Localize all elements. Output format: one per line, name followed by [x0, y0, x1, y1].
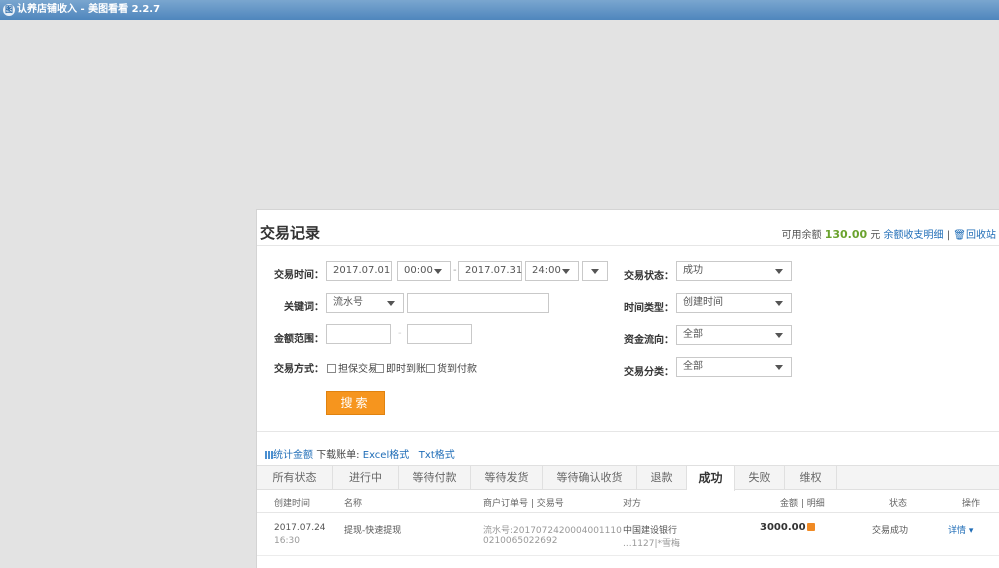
checkbox-box [375, 364, 384, 373]
category-label: 交易分类： [624, 367, 674, 378]
status-label: 交易状态： [624, 271, 674, 282]
category-select[interactable]: 全部 [676, 357, 792, 377]
balance-prefix: 可用余额 [781, 230, 822, 241]
checkbox-instant-label: 即时到账 [386, 364, 426, 375]
fund-flow-select[interactable]: 全部 [676, 325, 792, 345]
category-value: 全部 [683, 361, 703, 372]
tab-dispute[interactable]: 维权 [785, 466, 837, 490]
checkbox-cod[interactable]: 货到付款 [426, 360, 477, 375]
stat-amount-link[interactable]: 统计金额 [273, 450, 313, 461]
tab-await-confirm[interactable]: 等待确认收货 [543, 466, 637, 490]
window-titlebar: 图 认养店铺收入 - 美图看看 2.2.7 [0, 0, 999, 20]
balance-amount: 130.00 [824, 228, 868, 241]
tab-await-payment[interactable]: 等待付款 [399, 466, 471, 490]
stats-line: 统计金额 下载账单: Excel格式 Txt格式 [265, 446, 455, 461]
time-range-separator: - [453, 265, 457, 276]
tab-await-shipping[interactable]: 等待发货 [471, 466, 543, 490]
row-name: 提现-快速提现 [344, 526, 402, 536]
transaction-panel: 交易记录 可用余额 130.00 元 余额收支明细 | 🗑回收站 交易时间： 2… [256, 209, 999, 568]
time-label: 交易时间： [274, 270, 324, 281]
time-type-label: 时间类型： [624, 303, 674, 314]
balance-divider: | [946, 230, 951, 241]
checkbox-instant[interactable]: 即时到账 [375, 360, 426, 375]
excel-download-link[interactable]: Excel格式 [363, 450, 410, 461]
status-tabs: 所有状态 进行中 等待付款 等待发货 等待确认收货 退款 成功 失败 维权 [257, 465, 999, 491]
row-detail-link[interactable]: 详情 ▾ [948, 523, 973, 536]
keyword-type-select[interactable]: 流水号 [326, 293, 404, 313]
row-date: 2017.07.24 [274, 523, 326, 533]
page-title: 交易记录 [260, 224, 321, 242]
trade-mode-label: 交易方式： [274, 364, 324, 375]
checkbox-guarantee[interactable]: 担保交易 [327, 360, 378, 375]
balance-detail-link[interactable]: 余额收支明细 [884, 230, 944, 241]
form-divider [257, 431, 999, 432]
tab-all[interactable]: 所有状态 [257, 466, 333, 490]
keyword-type-value: 流水号 [333, 297, 363, 308]
col-amount: 金额 | 明细 [780, 499, 825, 509]
fund-flow-label: 资金流向： [624, 335, 674, 346]
time-type-value: 创建时间 [683, 297, 723, 308]
amount-from-input[interactable] [326, 324, 391, 344]
checkbox-box [327, 364, 336, 373]
end-time-select[interactable]: 24:00 [525, 261, 579, 281]
col-name: 名称 [344, 499, 363, 509]
download-label: 下载账单: [316, 450, 360, 461]
row-counterparty-account: ...1127|*雪梅 [623, 539, 681, 549]
balance-bar: 可用余额 130.00 元 余额收支明细 | 🗑回收站 [782, 226, 996, 241]
search-button[interactable]: 搜索 [326, 391, 385, 415]
row-serial-line1: 流水号:2017072420004001110 [483, 526, 622, 536]
tab-refund[interactable]: 退款 [637, 466, 687, 490]
row-time: 16:30 [274, 536, 300, 546]
end-time-value: 24:00 [532, 265, 561, 276]
time-type-select[interactable]: 创建时间 [676, 293, 792, 313]
table-header: 创建时间 名称 商户订单号 | 交易号 对方 金额 | 明细 状态 操作 [257, 490, 999, 513]
trash-icon: 🗑 [953, 230, 966, 241]
tab-success[interactable]: 成功 [687, 466, 735, 491]
txt-download-link[interactable]: Txt格式 [419, 450, 455, 461]
end-date-input[interactable]: 2017.07.31 [458, 261, 522, 281]
status-select[interactable]: 成功 [676, 261, 792, 281]
amount-range-separator: - [398, 328, 402, 339]
checkbox-guarantee-label: 担保交易 [338, 364, 378, 375]
start-time-value: 00:00 [404, 265, 433, 276]
recycle-bin-link[interactable]: 回收站 [966, 230, 996, 241]
window-title: 认养店铺收入 - 美图看看 2.2.7 [17, 4, 161, 15]
amount-range-label: 金额范围： [274, 334, 324, 345]
row-amount: 3000.00 [760, 522, 806, 533]
chart-icon [265, 451, 273, 459]
table-row: 2017.07.24 16:30 提现-快速提现 流水号:20170724200… [257, 513, 999, 556]
tab-failed[interactable]: 失败 [735, 466, 785, 490]
col-order: 商户订单号 | 交易号 [483, 499, 564, 509]
extra-time-dropdown[interactable] [582, 261, 608, 281]
col-created: 创建时间 [274, 499, 311, 509]
tab-in-progress[interactable]: 进行中 [333, 466, 399, 490]
title-divider [257, 245, 999, 246]
start-time-select[interactable]: 00:00 [397, 261, 451, 281]
checkbox-cod-label: 货到付款 [437, 364, 477, 375]
status-select-value: 成功 [683, 265, 703, 276]
col-counterparty: 对方 [623, 499, 642, 509]
row-counterparty-bank: 中国建设银行 [623, 526, 678, 536]
checkbox-box [426, 364, 435, 373]
row-serial-line2: 0210065022692 [483, 536, 558, 546]
col-action: 操作 [962, 499, 981, 509]
fund-flow-value: 全部 [683, 329, 703, 340]
amount-to-input[interactable] [407, 324, 472, 344]
col-status: 状态 [889, 499, 908, 509]
app-icon: 图 [3, 4, 15, 16]
keyword-label: 关键词： [284, 302, 324, 313]
start-date-input[interactable]: 2017.07.01 [326, 261, 392, 281]
keyword-input[interactable] [407, 293, 549, 313]
detail-icon[interactable] [807, 523, 815, 534]
row-status: 交易成功 [872, 526, 909, 536]
balance-unit: 元 [870, 230, 881, 241]
